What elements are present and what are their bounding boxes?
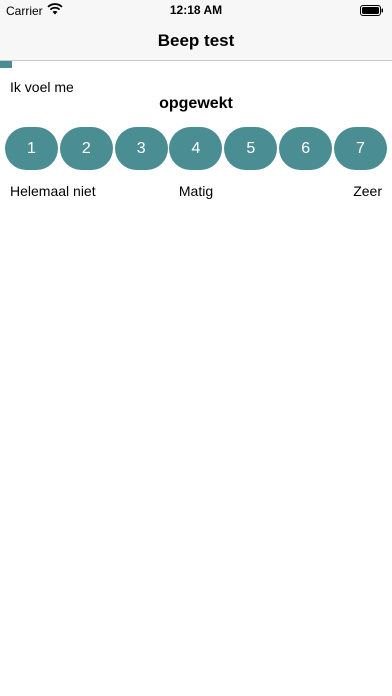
rating-button-6[interactable]: 6 xyxy=(279,127,333,170)
clock: 12:18 AM xyxy=(169,3,223,17)
rating-scale: 1 2 3 4 5 6 7 xyxy=(5,127,387,170)
status-bar: Carrier 12:18 AM xyxy=(0,0,392,20)
page-title: Beep test xyxy=(157,31,235,50)
question-prompt: Ik voel me xyxy=(10,79,74,95)
scale-high-label: Zeer xyxy=(353,183,382,199)
navigation-bar: Beep test xyxy=(0,20,392,61)
rating-button-1[interactable]: 1 xyxy=(5,127,58,170)
rating-button-3[interactable]: 3 xyxy=(114,127,168,170)
battery-icon xyxy=(360,5,383,16)
question-state: opgewekt xyxy=(159,95,233,112)
rating-button-2[interactable]: 2 xyxy=(59,127,113,170)
progress-bar xyxy=(0,61,392,68)
scale-mid-label: Matig xyxy=(178,183,214,199)
rating-button-5[interactable]: 5 xyxy=(224,127,278,170)
progress-fill xyxy=(0,61,12,68)
rating-button-4[interactable]: 4 xyxy=(169,127,223,170)
rating-button-7[interactable]: 7 xyxy=(333,127,387,170)
